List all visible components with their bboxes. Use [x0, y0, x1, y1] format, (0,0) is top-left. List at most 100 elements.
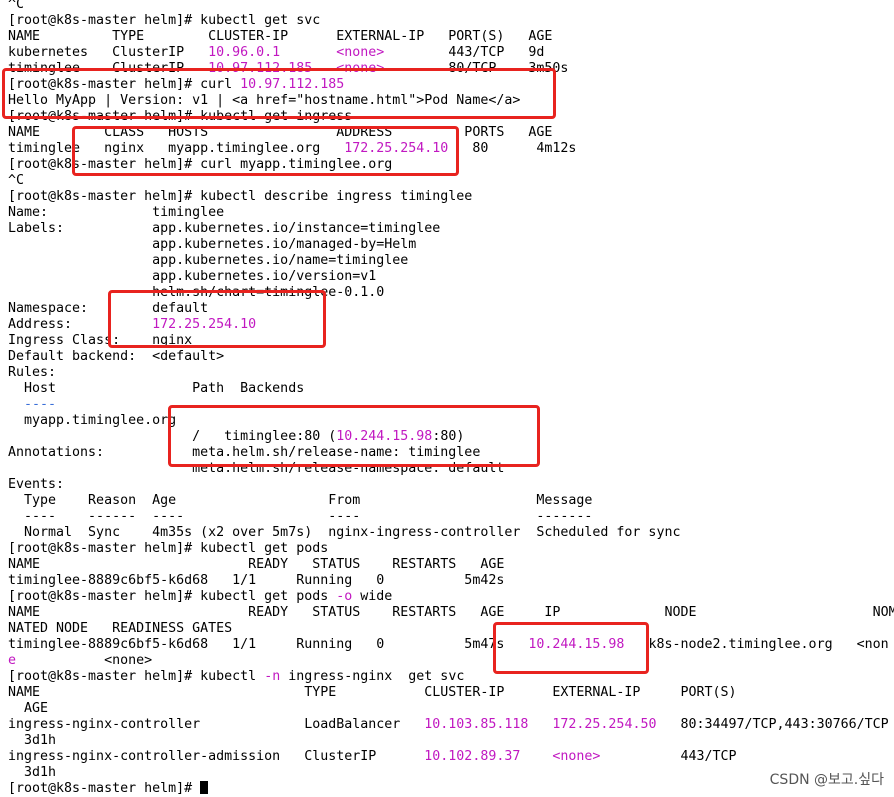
line-text: app.kubernetes.io/name=timinglee [8, 253, 409, 268]
line-text: [root@k8s-master helm]# kubectl get pods [8, 589, 337, 604]
terminal-line: Annotations: meta.helm.sh/release-name: … [8, 445, 480, 461]
terminal-line: Name: timinglee [8, 205, 224, 221]
terminal-line: NAME TYPE CLUSTER-IP EXTERNAL-IP PORT(S) [8, 685, 737, 701]
line-text: Address: [8, 317, 153, 332]
terminal-line: app.kubernetes.io/managed-by=Helm [8, 237, 416, 253]
highlighted-text: 10.102.89.37 [424, 749, 521, 764]
terminal-line: Address: 172.25.254.10 [8, 317, 256, 333]
terminal-line: Default backend: <default> [8, 349, 224, 365]
line-text: meta.helm.sh/release-namespace: default [8, 461, 505, 476]
line-text: [root@k8s-master helm]# kubectl get svc [8, 13, 321, 28]
line-text: [root@k8s-master helm]# kubectl describe… [8, 189, 473, 204]
line-text: Events: [8, 477, 65, 492]
line-text: 80/TCP 3m50s [384, 61, 569, 76]
line-text: timinglee ClusterIP [8, 61, 209, 76]
cursor-icon [200, 781, 209, 794]
line-text: NAME TYPE CLUSTER-IP EXTERNAL-IP PORT(S) [8, 685, 737, 700]
line-text: timinglee nginx myapp.timinglee.org [8, 141, 345, 156]
line-text: [root@k8s-master helm]# curl myapp.timin… [8, 157, 393, 172]
line-text: helm.sh/chart=timinglee-0.1.0 [8, 285, 385, 300]
line-text [312, 61, 336, 76]
terminal-line: [root@k8s-master helm]# curl 10.97.112.1… [8, 77, 344, 93]
line-text: Default backend: <default> [8, 349, 225, 364]
highlighted-text: 10.97.112.185 [240, 77, 345, 92]
line-text: Annotations: meta.helm.sh/release-name: … [8, 445, 481, 460]
terminal-line: Hello MyApp | Version: v1 | <a href="hos… [8, 93, 520, 109]
highlighted-text: 172.25.254.10 [152, 317, 257, 332]
highlighted-text: 10.96.0.1 [208, 45, 281, 60]
line-text: Hello MyApp | Version: v1 | <a href="hos… [8, 93, 521, 108]
terminal-line: e <none> [8, 653, 152, 669]
terminal-line: ingress-nginx-controller-admission Clust… [8, 749, 737, 765]
terminal-line: [root@k8s-master helm]# kubectl get pods [8, 541, 328, 557]
terminal-line: ^C [8, 0, 24, 13]
terminal-line: Ingress Class: nginx [8, 333, 192, 349]
line-text: Name: timinglee [8, 205, 225, 220]
line-text: ingress-nginx get svc [280, 669, 465, 684]
terminal-line: [root@k8s-master helm]# kubectl describe… [8, 189, 472, 205]
highlighted-text: 10.97.112.185 [208, 61, 313, 76]
terminal-line: 3d1h [8, 765, 56, 781]
line-text: Ingress Class: nginx [8, 333, 193, 348]
terminal-line: [root@k8s-master helm]# curl myapp.timin… [8, 157, 392, 173]
line-text [520, 749, 552, 764]
line-text: 443/TCP [600, 749, 737, 764]
line-text: myapp.timinglee.org [8, 413, 177, 428]
line-text: 3d1h [8, 733, 57, 748]
line-text [528, 717, 552, 732]
terminal-line: helm.sh/chart=timinglee-0.1.0 [8, 285, 384, 301]
line-text: [root@k8s-master helm]# kubectl get ingr… [8, 109, 353, 124]
terminal-window[interactable]: ^C [root@k8s-master helm]# kubectl get sv… [0, 0, 894, 796]
line-text: / timinglee:80 ( [8, 429, 337, 444]
line-text: NAME CLASS HOSTS ADDRESS PORTS AGE [8, 125, 553, 140]
terminal-line: meta.helm.sh/release-namespace: default [8, 461, 504, 477]
line-text: AGE [8, 701, 49, 716]
highlighted-text: e [8, 653, 17, 668]
line-text: 80 4m12s [448, 141, 577, 156]
line-text: :80) [432, 429, 465, 444]
highlighted-text: <none> [336, 45, 385, 60]
watermark: CSDN @보고.싶다 [769, 772, 884, 788]
terminal-line: ---- [8, 397, 184, 413]
highlighted-text: 10.244.15.98 [528, 637, 625, 652]
line-text: Labels: app.kubernetes.io/instance=timin… [8, 221, 441, 236]
line-text: ^C [8, 173, 25, 188]
line-text: app.kubernetes.io/version=v1 [8, 269, 377, 284]
line-text: ---- ------ ---- ---- ------- [8, 509, 593, 524]
highlighted-text: -n [264, 669, 281, 684]
line-text: timinglee-8889c6bf5-k6d68 1/1 Running 0 … [8, 573, 505, 588]
line-text: Normal Sync 4m35s (x2 over 5m7s) nginx-i… [8, 525, 681, 540]
line-text: kubernetes ClusterIP [8, 45, 209, 60]
terminal-line: NAME READY STATUS RESTARTS AGE IP NODE N… [8, 605, 894, 621]
line-text: timinglee-8889c6bf5-k6d68 1/1 Running 0 … [8, 637, 529, 652]
terminal-line: Events: [8, 477, 64, 493]
terminal-line: ingress-nginx-controller LoadBalancer 10… [8, 717, 889, 733]
line-text: ^C [8, 0, 25, 12]
terminal-line: AGE [8, 701, 48, 717]
terminal-line: Labels: app.kubernetes.io/instance=timin… [8, 221, 440, 237]
terminal-line: ^C [8, 173, 24, 189]
line-text: Namespace: default [8, 301, 209, 316]
line-text: 443/TCP 9d [384, 45, 545, 60]
terminal-line: kubernetes ClusterIP 10.96.0.1 <none> 44… [8, 45, 544, 61]
line-text: 80:34497/TCP,443:30766/TCP [656, 717, 889, 732]
terminal-line: 3d1h [8, 733, 56, 749]
terminal-line: timinglee nginx myapp.timinglee.org 172.… [8, 141, 576, 157]
terminal-line: NAME CLASS HOSTS ADDRESS PORTS AGE [8, 125, 552, 141]
line-text: [root@k8s-master helm]# [8, 781, 201, 796]
highlighted-text: <none> [552, 749, 601, 764]
terminal-line: app.kubernetes.io/version=v1 [8, 269, 376, 285]
terminal-line: NAME READY STATUS RESTARTS AGE [8, 557, 504, 573]
line-text: wide [352, 589, 393, 604]
line-text: [root@k8s-master helm]# kubectl [8, 669, 265, 684]
line-text: [root@k8s-master helm]# curl [8, 77, 241, 92]
terminal-line: [root@k8s-master helm]# kubectl get ingr… [8, 109, 352, 125]
line-text: NATED NODE READINESS GATES [8, 621, 233, 636]
terminal-line: NATED NODE READINESS GATES [8, 621, 232, 637]
highlighted-text: -o [336, 589, 353, 604]
line-text: ingress-nginx-controller-admission Clust… [8, 749, 425, 764]
terminal-line: Host Path Backends [8, 381, 304, 397]
highlighted-text: 172.25.254.10 [344, 141, 449, 156]
line-text: Type Reason Age From Message [8, 493, 593, 508]
highlighted-text: 172.25.254.50 [552, 717, 657, 732]
